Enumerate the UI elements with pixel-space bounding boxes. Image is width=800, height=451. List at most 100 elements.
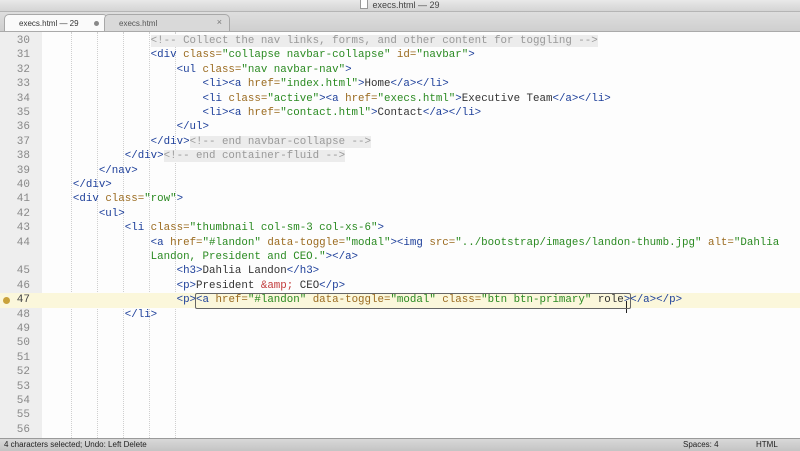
code-token: "Dahlia (733, 236, 780, 249)
code-token: class= (183, 49, 222, 62)
code-token: <div (150, 49, 184, 62)
code-line[interactable]: <div class="collapse navbar-collapse" id… (151, 48, 475, 62)
code-token: "active" (267, 92, 320, 105)
code-token: Dahlia Landon (202, 265, 287, 278)
code-token: > (176, 193, 184, 206)
code-token: href= (170, 236, 203, 249)
code-token: <!-- end navbar-collapse --> (189, 135, 371, 148)
code-line[interactable]: <!-- Collect the nav links, forms, and o… (150, 34, 598, 48)
syntax-mode[interactable]: HTML (756, 440, 778, 449)
line-number: 55 (16, 409, 30, 422)
line-number: 34 (16, 92, 30, 105)
code-token: President (196, 279, 261, 292)
code-line[interactable]: <ul class="nav navbar-nav"> (177, 63, 352, 77)
close-icon[interactable]: × (217, 17, 222, 27)
code-token: data-toggle= (260, 236, 346, 249)
tab-execs-html[interactable]: execs.html × (104, 14, 230, 31)
code-line[interactable]: <ul> (99, 207, 125, 221)
line-number: 32 (16, 63, 30, 76)
code-line[interactable]: </nav> (99, 164, 138, 178)
code-token: <p> (176, 279, 197, 292)
tab-execs-html-active[interactable]: execs.html — 29 (4, 14, 108, 31)
code-line[interactable]: </li> (125, 308, 157, 322)
code-token: </div> (150, 135, 190, 148)
code-line[interactable]: </div><!-- end navbar-collapse --> (151, 135, 371, 149)
code-token: "navbar" (416, 49, 469, 62)
line-number: 49 (16, 323, 30, 335)
code-token: href= (345, 92, 378, 105)
code-token: id= (390, 49, 417, 62)
tag-match-outline (195, 293, 632, 309)
line-number: 45 (16, 265, 30, 278)
code-token: </p> (319, 279, 346, 292)
code-line[interactable]: <a href="#landon" data-toggle="modal"><i… (151, 236, 780, 250)
code-token: </a></li> (390, 78, 449, 91)
code-token: "nav navbar-nav" (241, 63, 346, 76)
line-number: 43 (16, 222, 30, 235)
line-number: 50 (16, 337, 30, 350)
code-token: "execs.html" (377, 92, 456, 105)
tab-label: execs.html (119, 19, 158, 28)
code-token: <h3> (176, 265, 203, 278)
code-line[interactable]: </div> (73, 178, 112, 192)
line-number: 46 (16, 279, 30, 292)
line-number: 42 (16, 207, 30, 220)
line-number: 31 (16, 49, 30, 62)
code-token: </ul> (176, 121, 209, 134)
code-token: "thumbnail col-sm-3 col-xs-6" (189, 222, 378, 235)
code-line[interactable]: </div><!-- end container-fluid --> (124, 149, 346, 163)
code-token: </div> (124, 150, 164, 163)
tab-label: execs.html — 29 (19, 19, 79, 28)
code-token: href= (247, 107, 281, 119)
code-line[interactable]: </ul> (177, 120, 209, 134)
code-token: </div> (72, 179, 112, 191)
code-token: "contact.html" (280, 107, 371, 119)
line-number: 35 (16, 107, 30, 119)
tab-bar: execs.html — 29 execs.html × (0, 12, 800, 32)
code-token: ><img (390, 236, 430, 249)
code-token: class= (150, 222, 190, 235)
code-token: <!-- end container-fluid --> (163, 150, 346, 163)
code-line[interactable]: <li class="thumbnail col-sm-3 col-xs-6"> (125, 221, 384, 235)
line-number: 38 (16, 150, 30, 163)
code-token: src= (429, 236, 456, 249)
line-number: 47 (16, 294, 30, 307)
window-title: execs.html — 29 (372, 0, 440, 10)
code-token: class= (228, 92, 268, 105)
line-number: 33 (16, 78, 30, 91)
line-number: 41 (16, 193, 30, 206)
code-line[interactable]: <p>President &amp; CEO</p> (177, 279, 346, 293)
code-token: ></a></p> (623, 294, 683, 307)
code-token: <ul (176, 63, 203, 76)
code-token: > (377, 222, 384, 235)
unsaved-dot-icon[interactable] (94, 21, 99, 26)
code-token: class= (105, 193, 145, 206)
code-token: ></a> (325, 251, 359, 263)
code-token: CEO (293, 279, 320, 292)
code-token: "collapse navbar-collapse" (221, 49, 391, 62)
code-line[interactable]: <li><a href="contact.html">Contact</a></… (203, 106, 482, 120)
status-bar: 4 characters selected; Undo: Left Delete… (0, 438, 800, 451)
line-number: 48 (16, 308, 30, 321)
line-number: 51 (16, 351, 30, 364)
code-token: Landon, President and CEO." (150, 251, 326, 263)
line-number: 52 (16, 366, 30, 379)
code-token: <!-- Collect the nav links, forms, and o… (150, 35, 598, 47)
selection-status: 4 characters selected; Undo: Left Delete (4, 440, 147, 449)
code-token: class= (202, 63, 242, 76)
code-line[interactable]: <li class="active"><a href="execs.html">… (203, 92, 611, 106)
code-line[interactable]: <h3>Dahlia Landon</h3> (177, 264, 320, 278)
code-token: <li><a (202, 78, 248, 91)
code-token: <ul> (98, 207, 125, 220)
code-token: "index.html" (280, 78, 359, 91)
code-line[interactable]: <div class="row"> (73, 192, 183, 206)
line-number: 56 (16, 423, 30, 436)
code-line[interactable]: <li><a href="index.html">Home</a></li> (203, 77, 449, 91)
indentation-setting[interactable]: Spaces: 4 (683, 440, 719, 449)
code-token: </h3> (286, 265, 320, 278)
code-token: </li> (124, 308, 158, 321)
code-token: <li (124, 222, 151, 235)
code-line[interactable]: Landon, President and CEO."></a> (151, 250, 358, 264)
indent-guide (122, 32, 124, 438)
line-number: 36 (16, 121, 30, 134)
